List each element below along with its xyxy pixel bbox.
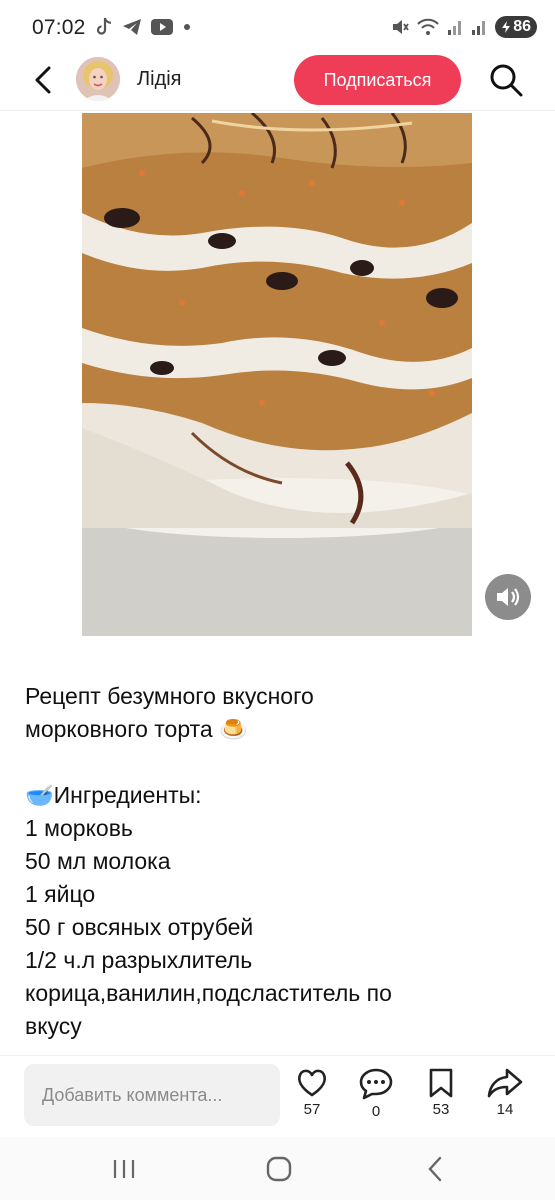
ingredient-item: 50 г овсяных отрубей (25, 914, 254, 940)
cake-photo (82, 113, 472, 636)
signal-icon (448, 21, 462, 35)
status-time: 07:02 (32, 16, 86, 39)
post-title-line: морковного торта 🍮 (25, 716, 248, 742)
home-icon (266, 1156, 292, 1182)
back-button[interactable] (28, 64, 58, 96)
ingredient-item: вкусу (25, 1013, 82, 1039)
volume-icon (497, 588, 520, 606)
post-description: Рецепт безумного вкусного морковного тор… (25, 680, 535, 1043)
comment-button[interactable]: 0 (353, 1068, 399, 1120)
status-bar: 07:02 86 (0, 0, 555, 58)
battery-saver-icon (502, 21, 511, 33)
post-header: Лідія Подписаться (0, 52, 555, 110)
bookmark-icon (429, 1068, 453, 1098)
share-button[interactable]: 14 (482, 1068, 528, 1118)
wifi-icon (417, 18, 439, 35)
comment-input[interactable]: Добавить коммента... (24, 1064, 280, 1126)
tiktok-icon (96, 17, 112, 35)
telegram-icon (123, 19, 141, 35)
back-arrow-icon (35, 66, 51, 94)
system-navigation-bar (0, 1137, 555, 1200)
share-count: 14 (496, 1101, 514, 1118)
comment-count: 0 (371, 1103, 381, 1120)
header-divider (0, 110, 555, 111)
ingredients-heading: 🥣Ингредиенты: (25, 782, 202, 808)
recent-apps-icon (113, 1160, 135, 1178)
share-icon (487, 1068, 523, 1098)
system-back-button[interactable] (415, 1153, 455, 1185)
ingredient-item: 50 мл молока (25, 848, 171, 874)
search-icon (490, 64, 523, 97)
search-button[interactable] (488, 62, 524, 98)
save-count: 53 (432, 1101, 450, 1118)
like-button[interactable]: 57 (289, 1068, 335, 1118)
ingredient-item: корица,ванилин,подсластитель по (25, 980, 392, 1006)
battery-indicator: 86 (495, 16, 537, 38)
comment-icon (359, 1068, 393, 1100)
subscribe-button[interactable]: Подписаться (294, 55, 461, 105)
dot-icon (184, 24, 190, 30)
volume-button[interactable] (485, 574, 531, 620)
username[interactable]: Лідія (137, 68, 182, 91)
like-count: 57 (303, 1101, 321, 1118)
ingredient-item: 1 яйцо (25, 881, 96, 907)
post-media[interactable] (82, 113, 472, 636)
ingredient-item: 1/2 ч.л разрыхлитель (25, 947, 253, 973)
post-title-line: Рецепт безумного вкусного (25, 683, 314, 709)
save-button[interactable]: 53 (418, 1068, 464, 1118)
battery-level: 86 (513, 18, 531, 35)
avatar-image (76, 57, 120, 101)
avatar[interactable] (76, 57, 120, 101)
chevron-left-icon (428, 1156, 442, 1182)
signal-icon (472, 21, 486, 35)
recent-apps-button[interactable] (104, 1153, 144, 1185)
mute-icon (393, 20, 409, 34)
action-bar: Добавить коммента... 57 0 53 14 (0, 1055, 555, 1137)
heart-icon (298, 1069, 326, 1097)
youtube-icon (151, 19, 173, 35)
home-button[interactable] (259, 1153, 299, 1185)
ingredient-item: 1 морковь (25, 815, 133, 841)
